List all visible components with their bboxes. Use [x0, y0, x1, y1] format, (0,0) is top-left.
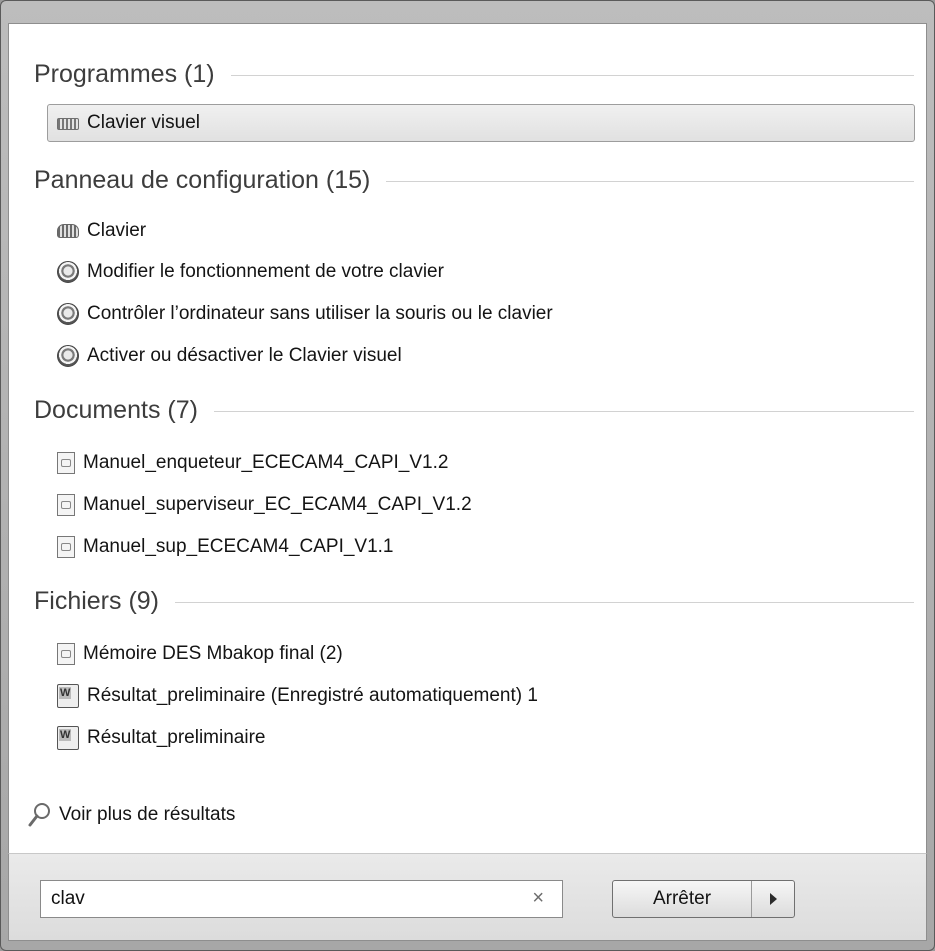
result-item-file[interactable]: Mémoire DES Mbakop final (2)	[57, 637, 343, 671]
result-item-document[interactable]: Manuel_superviseur_EC_ECAM4_CAPI_V1.2	[57, 488, 472, 522]
result-item-clavier-visuel[interactable]: Clavier visuel	[57, 106, 200, 140]
divider	[175, 602, 914, 603]
section-title: Documents (7)	[34, 395, 198, 424]
document-icon	[57, 452, 75, 474]
shutdown-options-button[interactable]	[752, 881, 794, 917]
document-icon	[57, 643, 75, 665]
start-menu-window: Programmes (1) Clavier visuel Panneau de…	[0, 0, 935, 951]
result-item-document[interactable]: Manuel_sup_ECECAM4_CAPI_V1.1	[57, 530, 394, 564]
keyboard-icon	[57, 224, 79, 238]
result-item-controler-ordinateur[interactable]: Contrôler l’ordinateur sans utiliser la …	[57, 297, 553, 331]
result-label: Manuel_sup_ECECAM4_CAPI_V1.1	[83, 536, 394, 557]
arrow-right-icon	[769, 893, 777, 905]
result-label: Résultat_preliminaire (Enregistré automa…	[87, 685, 538, 706]
search-box[interactable]: ×	[40, 880, 563, 918]
search-input[interactable]	[49, 887, 493, 911]
shutdown-button[interactable]: Arrêter	[613, 881, 752, 917]
ease-of-access-icon	[57, 345, 79, 367]
result-item-clavier[interactable]: Clavier	[57, 214, 146, 248]
section-header-panneau[interactable]: Panneau de configuration (15)	[34, 160, 914, 200]
result-item-activer-clavier-visuel[interactable]: Activer ou désactiver le Clavier visuel	[57, 339, 402, 373]
section-header-programmes[interactable]: Programmes (1)	[34, 54, 914, 94]
magnifier-icon	[27, 801, 53, 829]
section-header-fichiers[interactable]: Fichiers (9)	[34, 581, 914, 621]
section-header-documents[interactable]: Documents (7)	[34, 390, 914, 430]
result-label: Contrôler l’ordinateur sans utiliser la …	[87, 303, 553, 324]
result-label: Manuel_enqueteur_ECECAM4_CAPI_V1.2	[83, 452, 449, 473]
result-label: Mémoire DES Mbakop final (2)	[83, 643, 343, 664]
result-item-modifier-clavier[interactable]: Modifier le fonctionnement de votre clav…	[57, 255, 444, 289]
divider	[230, 75, 914, 76]
shutdown-button-group: Arrêter	[612, 880, 795, 918]
divider	[213, 411, 914, 412]
word-document-icon	[57, 684, 79, 708]
result-item-file[interactable]: Résultat_preliminaire (Enregistré automa…	[57, 679, 538, 713]
result-item-file[interactable]: Résultat_preliminaire	[57, 721, 265, 755]
result-item-document[interactable]: Manuel_enqueteur_ECECAM4_CAPI_V1.2	[57, 446, 448, 480]
section-title: Fichiers (9)	[34, 586, 160, 615]
word-document-icon	[57, 726, 79, 750]
divider	[386, 181, 914, 182]
see-more-results-link[interactable]: Voir plus de résultats	[27, 799, 235, 831]
see-more-results-label: Voir plus de résultats	[59, 804, 236, 825]
result-label: Modifier le fonctionnement de votre clav…	[87, 261, 444, 282]
result-label: Activer ou désactiver le Clavier visuel	[87, 345, 402, 366]
document-icon	[57, 494, 75, 516]
ease-of-access-icon	[57, 261, 79, 283]
result-label: Clavier visuel	[87, 112, 200, 133]
search-results-panel: Programmes (1) Clavier visuel Panneau de…	[8, 23, 927, 853]
result-label: Résultat_preliminaire	[87, 727, 266, 748]
document-icon	[57, 536, 75, 558]
ease-of-access-icon	[57, 303, 79, 325]
result-label: Manuel_superviseur_EC_ECAM4_CAPI_V1.2	[83, 494, 472, 515]
clear-search-icon[interactable]: ×	[532, 887, 544, 910]
keyboard-icon	[57, 118, 79, 130]
search-bar-area: × Arrêter	[8, 853, 927, 941]
section-title: Programmes (1)	[34, 59, 215, 88]
result-label: Clavier	[87, 220, 147, 241]
section-title: Panneau de configuration (15)	[34, 165, 371, 194]
